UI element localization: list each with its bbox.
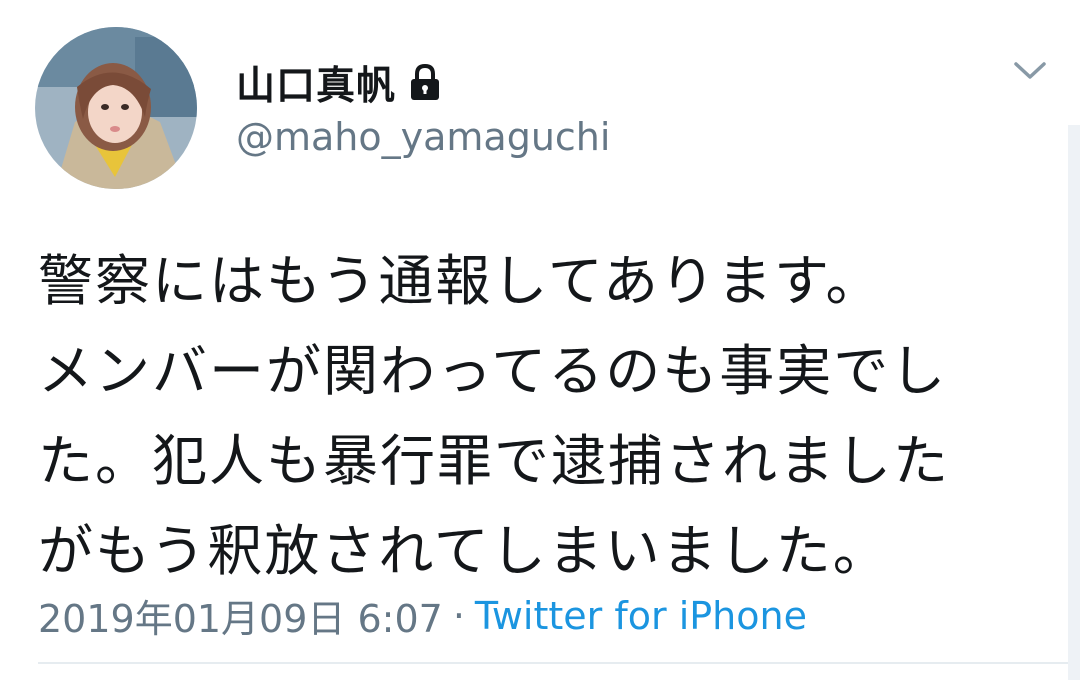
meta-separator: · bbox=[452, 593, 465, 638]
tweet-text-line: メンバーが関わってるのも事実でし bbox=[38, 339, 948, 403]
display-name[interactable]: 山口真帆 bbox=[236, 55, 396, 111]
display-name-row: 山口真帆 bbox=[236, 55, 442, 111]
tweet-meta: 2019年01月09日 6:07 · Twitter for iPhone bbox=[38, 588, 807, 643]
tweet-text-line: 警察にはもう通報してあります。 bbox=[38, 249, 883, 313]
divider bbox=[38, 662, 1068, 664]
lock-icon bbox=[408, 63, 442, 103]
tweet-text-line: がもう釈放されてしまいました。 bbox=[38, 519, 890, 583]
tweet-card: 山口真帆 @maho_yamaguchi 警察にはもう通報してあります。 メンバ… bbox=[0, 0, 1080, 680]
scrollbar[interactable] bbox=[1068, 125, 1080, 680]
chevron-down-icon[interactable] bbox=[1008, 52, 1052, 88]
avatar-photo bbox=[35, 27, 197, 189]
tweet-source-link[interactable]: Twitter for iPhone bbox=[475, 594, 807, 638]
tweet-text: 警察にはもう通報してあります。 メンバーが関わってるのも事実でし た。犯人も暴行… bbox=[38, 236, 1068, 596]
tweet-text-line: た。犯人も暴行罪で逮捕されました bbox=[38, 429, 951, 493]
avatar[interactable] bbox=[35, 27, 197, 189]
tweet-timestamp[interactable]: 2019年01月09日 6:07 bbox=[38, 588, 443, 643]
user-handle[interactable]: @maho_yamaguchi bbox=[236, 115, 610, 159]
